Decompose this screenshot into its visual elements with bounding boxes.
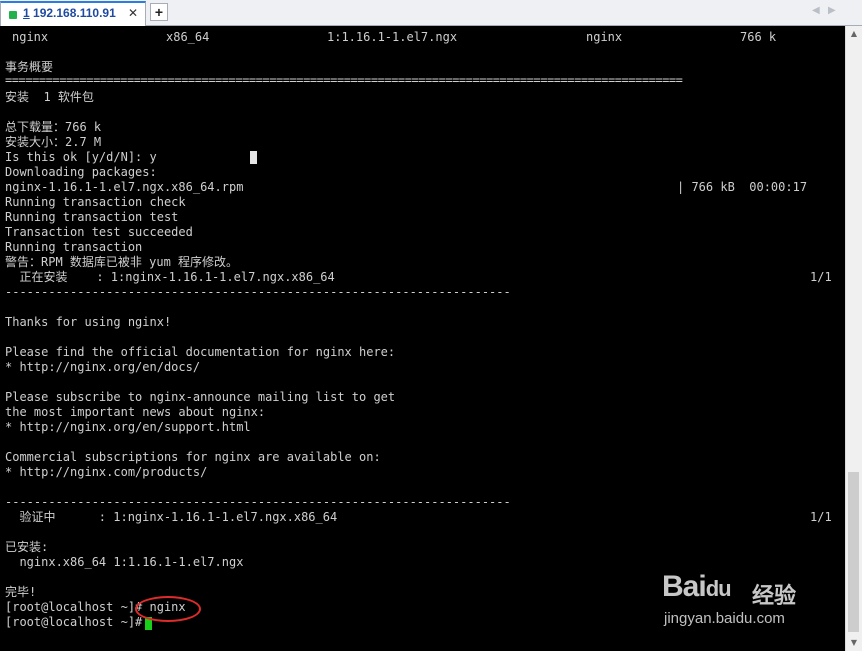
baidu-logo: Baidu [662,570,732,603]
session-tab[interactable]: 1 192.168.110.91 ✕ [0,1,146,26]
watermark-url: jingyan.baidu.com [664,610,785,627]
installed-title: 已安装: [5,540,49,554]
install-count: 安装 1 软件包 [5,90,94,104]
scrollbar-thumb[interactable] [848,472,859,632]
pkg-version-cell: 1:1.16.1-1.el7.ngx [327,30,458,44]
support-url: * http://nginx.org/en/support.html [5,420,251,434]
installed-package: nginx.x86_64 1:1.16.1-1.el7.ngx [5,555,244,569]
test-succeeded: Transaction test succeeded [5,225,193,239]
annotation-circle [135,596,201,622]
running-transaction: Running transaction [5,240,143,254]
running-test: Running transaction test [5,210,179,224]
installing-count: 1/1 [810,270,832,284]
docs-intro: Please find the official documentation f… [5,345,396,359]
download-size: 总下载量：766 k [5,120,102,134]
stale-cursor [250,151,257,164]
shell-prompt[interactable]: [root@localhost ~]# [5,615,150,630]
close-tab-icon[interactable]: ✕ [125,5,141,21]
pkg-name-cell: nginx [12,30,49,44]
subscribe-line-1: Please subscribe to nginx-announce maili… [5,390,396,404]
pkg-repo-cell: nginx [586,30,623,44]
scroll-up-icon[interactable]: ▲ [846,26,862,42]
verifying-line: 验证中 : 1:nginx-1.16.1-1.el7.ngx.x86_64 [5,510,338,524]
baidu-jingyan-watermark: Baidu 经验 jingyan.baidu.com [662,570,822,630]
verifying-count: 1/1 [810,510,832,524]
pkg-arch-cell: x86_64 [166,30,210,44]
new-tab-button[interactable]: + [150,3,168,21]
rpm-warning: 警告：RPM 数据库已被非 yum 程序修改。 [5,255,239,269]
tab-scroll-left-icon[interactable]: ◀ [812,5,820,16]
tab-bar: 1 192.168.110.91 ✕ + ◀ ▶ [0,0,862,26]
separator-dash: ----------------------------------------… [5,285,511,299]
pkg-size-cell: 766 k [740,30,777,44]
tab-scroll-right-icon[interactable]: ▶ [828,5,836,16]
jingyan-label: 经验 [752,584,797,609]
separator-double: ========================================… [5,73,683,87]
done-line: 完毕! [5,585,37,599]
installed-size: 安装大小：2.7 M [5,135,102,149]
running-check: Running transaction check [5,195,186,209]
tab-label: 1 192.168.110.91 [23,6,116,20]
terminal-output[interactable]: nginx x86_64 1:1.16.1-1.el7.ngx nginx 76… [0,26,845,651]
scroll-down-icon[interactable]: ▼ [846,635,862,651]
subscribe-line-2: the most important news about nginx: [5,405,266,419]
separator-dash: ----------------------------------------… [5,495,511,509]
products-url: * http://nginx.com/products/ [5,465,208,479]
confirm-prompt: Is this ok [y/d/N]: y [5,150,157,164]
thanks-line: Thanks for using nginx! [5,315,172,329]
connected-status-icon [9,11,17,19]
commercial-line: Commercial subscriptions for nginx are a… [5,450,381,464]
installing-line: 正在安装 : 1:nginx-1.16.1-1.el7.ngx.x86_64 [5,270,335,284]
downloading-line: Downloading packages: [5,165,157,179]
docs-url: * http://nginx.org/en/docs/ [5,360,201,374]
rpm-file: nginx-1.16.1-1.el7.ngx.x86_64.rpm [5,180,244,194]
rpm-progress: | 766 kB 00:00:17 [677,180,808,194]
vertical-scrollbar[interactable]: ▲ ▼ [845,26,862,651]
